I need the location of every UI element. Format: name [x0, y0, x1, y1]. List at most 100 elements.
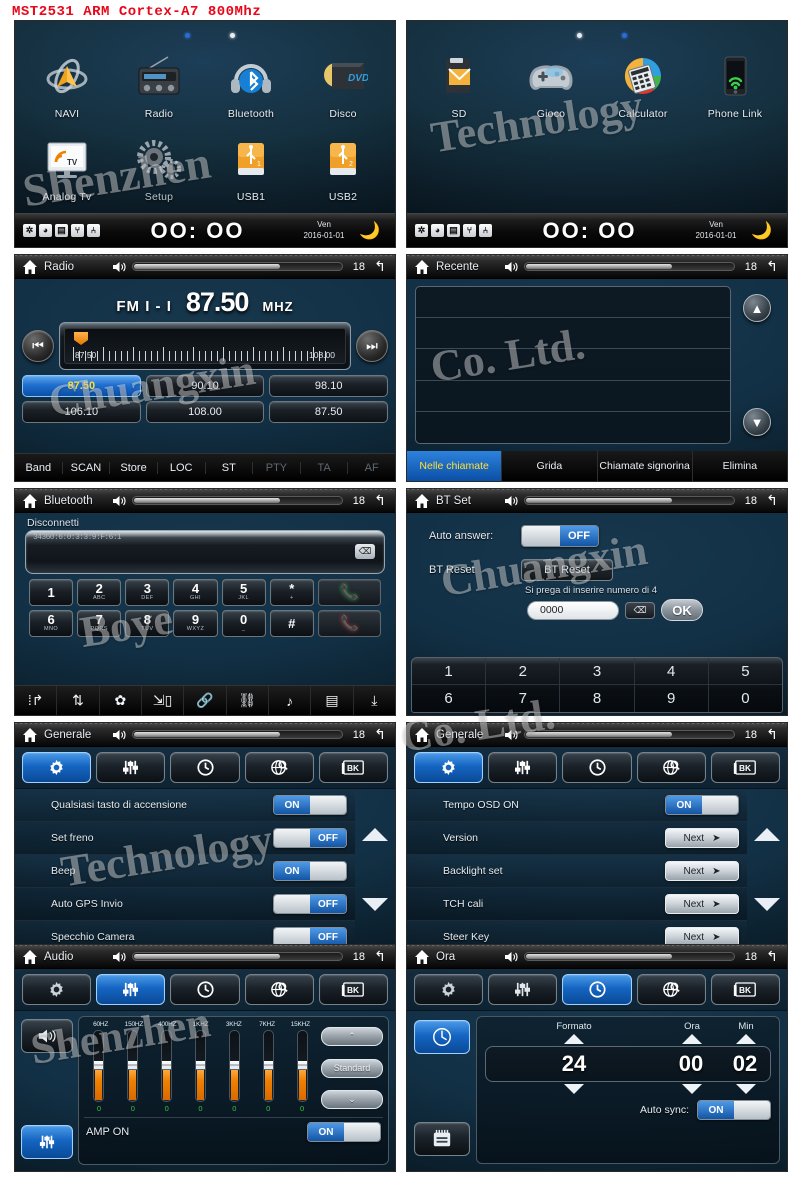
key-2[interactable]: 2 ABC [77, 579, 122, 606]
eq-band-slider[interactable] [161, 1030, 173, 1102]
key-4[interactable]: 4 GHI [173, 579, 218, 606]
setting-row[interactable]: TCH cali Next ➤ [407, 888, 747, 921]
tab-general[interactable] [22, 752, 92, 783]
speaker-icon[interactable] [504, 261, 518, 273]
preset-button[interactable]: 90.10 [145, 375, 265, 397]
app-phone-link[interactable]: Phone Link [689, 43, 781, 120]
triangle-up-icon[interactable] [682, 1034, 702, 1044]
app-calculator[interactable]: Calculator [597, 43, 689, 120]
speaker-icon[interactable] [504, 951, 518, 963]
tab-incoming-calls[interactable]: Nelle chiamate [407, 451, 503, 481]
back-arrow-icon[interactable]: ↰ [763, 258, 781, 275]
key-6[interactable]: 6 MNO [29, 610, 74, 637]
setting-toggle[interactable]: OFF [273, 828, 347, 848]
calendar-icon[interactable] [414, 1122, 470, 1156]
tab-time[interactable] [170, 752, 240, 783]
call-list[interactable] [415, 286, 731, 444]
speaker-icon[interactable] [112, 261, 126, 273]
bt-reset-button[interactable]: BT Reset [521, 559, 613, 581]
num-key-1[interactable]: 1 [412, 658, 487, 685]
radio-function-scan[interactable]: SCAN [63, 461, 111, 474]
power-icon[interactable]: ◕ [39, 224, 52, 237]
tab-time[interactable] [170, 974, 240, 1005]
setting-row[interactable]: Qualsiasi tasto di accensione ON [15, 789, 355, 822]
key-star[interactable]: * + [269, 579, 314, 606]
setting-toggle[interactable]: ON [665, 795, 739, 815]
home-icon[interactable] [21, 492, 38, 509]
dial-number-field[interactable]: 34360:6:0:3:3:9:F:6:1 ⌫ [25, 530, 385, 574]
preset-button[interactable]: 108.00 [145, 401, 265, 423]
eq-slider-knob[interactable] [196, 1061, 205, 1071]
triangle-down-icon[interactable] [682, 1084, 702, 1094]
tab-outgoing-calls[interactable]: Grida [502, 451, 598, 481]
eq-slider-knob[interactable] [297, 1061, 307, 1071]
setting-row[interactable]: Tempo OSD ON ON [407, 789, 747, 822]
num-key-9[interactable]: 9 [635, 685, 709, 712]
speaker-icon[interactable] [112, 951, 126, 963]
speaker-icon[interactable] [504, 729, 518, 741]
key-hash[interactable]: # [269, 610, 314, 637]
tab-language[interactable] [244, 974, 314, 1005]
eq-slider-knob[interactable] [263, 1061, 273, 1071]
volume-slider[interactable] [132, 262, 343, 271]
eq-band-slider[interactable] [296, 1030, 308, 1102]
backspace-icon[interactable]: ⌫ [625, 601, 655, 619]
app-usb2[interactable]: 2 USB2 [297, 126, 389, 203]
eq-preset-name[interactable]: Standard [321, 1058, 383, 1078]
volume-slider[interactable] [132, 730, 343, 739]
download-contacts-icon[interactable]: ⤓ [354, 686, 395, 715]
eq-slider-knob[interactable] [94, 1061, 104, 1071]
pin-input[interactable]: 0000 [527, 600, 619, 620]
setting-row[interactable]: Auto GPS Invio OFF [15, 888, 355, 921]
moon-star-icon[interactable]: 🌙 [745, 221, 779, 241]
scroll-down-icon[interactable]: ▼ [743, 408, 771, 436]
key-5[interactable]: 5 JKL [221, 579, 266, 606]
tab-audio[interactable] [488, 752, 558, 783]
tree-icon[interactable]: ⑂ [463, 224, 476, 237]
volume-slider[interactable] [132, 952, 343, 961]
chevron-up-icon[interactable]: ⌃ [321, 1027, 383, 1046]
tab-time[interactable] [562, 752, 632, 783]
num-key-5[interactable]: 5 [708, 658, 782, 685]
tab-general[interactable] [414, 974, 484, 1005]
format-up[interactable] [485, 1034, 663, 1044]
setting-row[interactable]: Backlight set Next ➤ [407, 855, 747, 888]
list-icon[interactable]: ▤ [55, 224, 68, 237]
scroll-up-icon[interactable]: ▲ [743, 294, 771, 322]
back-arrow-icon[interactable]: ↰ [371, 948, 389, 965]
equalizer-icon[interactable] [21, 1125, 73, 1159]
home-icon[interactable] [21, 258, 38, 275]
bt-music-icon[interactable]: ♪ [269, 686, 312, 715]
preset-button[interactable]: 98.10 [269, 375, 389, 397]
next-track-icon[interactable]: ⏭ [356, 330, 388, 362]
home-icon[interactable] [413, 948, 430, 965]
call-end-icon[interactable]: 📞 [317, 610, 381, 637]
phone-sync-icon[interactable]: ⇲▯ [142, 686, 185, 715]
call-answer-icon[interactable]: 📞 [317, 579, 381, 606]
num-key-0[interactable]: 0 [709, 685, 782, 712]
tab-language[interactable] [244, 752, 314, 783]
tab-bk[interactable]: BK [318, 752, 389, 783]
tab-language[interactable] [636, 974, 706, 1005]
list-item[interactable] [416, 412, 730, 443]
call-transfer-icon[interactable]: ⇅ [57, 686, 100, 715]
triangle-up-icon[interactable] [564, 1034, 584, 1044]
app-disco[interactable]: DVD Disco [297, 43, 389, 120]
volume-slider[interactable] [524, 496, 735, 505]
app-usb1[interactable]: 1 USB1 [205, 126, 297, 203]
tab-audio[interactable] [96, 974, 166, 1005]
tab-language[interactable] [636, 752, 706, 783]
network-icon[interactable]: ⑃ [479, 224, 492, 237]
page-dot-1[interactable] [185, 33, 190, 38]
volume-slider[interactable] [132, 496, 343, 505]
setting-row[interactable]: Version Next ➤ [407, 822, 747, 855]
list-icon[interactable]: ▤ [447, 224, 460, 237]
page-dot-1[interactable] [577, 33, 582, 38]
radio-function-band[interactable]: Band [15, 461, 63, 474]
eq-band-slider[interactable] [195, 1030, 206, 1102]
num-key-2[interactable]: 2 [486, 658, 561, 685]
bluetooth-icon[interactable]: ✲ [23, 224, 36, 237]
list-item[interactable] [416, 318, 730, 350]
triangle-down-icon[interactable] [736, 1084, 756, 1094]
key-9[interactable]: 9 WXYZ [173, 610, 218, 637]
